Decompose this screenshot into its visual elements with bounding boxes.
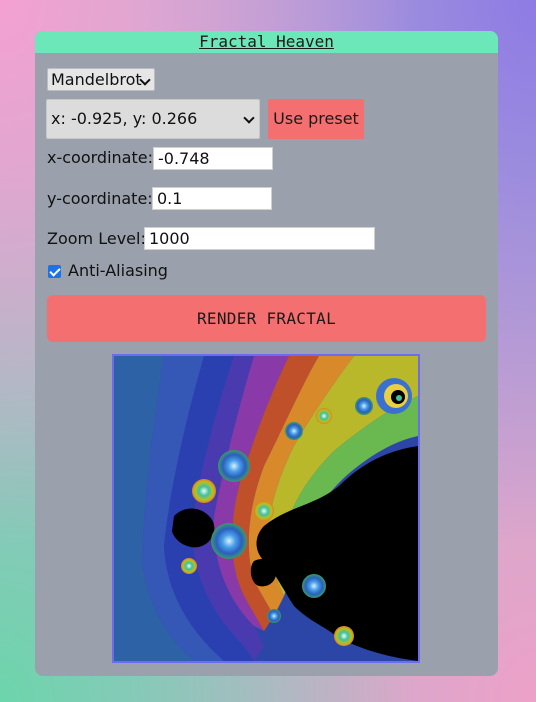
x-coordinate-input[interactable]: -0.748 <box>153 147 273 170</box>
fractal-type-value: Mandelbrot <box>51 70 142 89</box>
fractal-image <box>114 356 418 661</box>
zoom-level-label: Zoom Level: <box>47 229 146 248</box>
chevron-down-icon <box>243 112 255 124</box>
preset-select[interactable]: x: -0.925, y: 0.266 <box>46 99 260 139</box>
anti-aliasing-checkbox[interactable] <box>48 265 61 278</box>
app-panel: Fractal Heaven Mandelbrot x: -0.925, y: … <box>35 31 498 676</box>
y-coordinate-label: y-coordinate: <box>47 189 153 208</box>
render-fractal-button[interactable]: RENDER FRACTAL <box>47 295 486 342</box>
x-coordinate-label: x-coordinate: <box>47 148 153 167</box>
anti-aliasing-label[interactable]: Anti-Aliasing <box>68 261 168 280</box>
fractal-type-select[interactable]: Mandelbrot <box>47 68 155 91</box>
preset-value: x: -0.925, y: 0.266 <box>51 109 198 128</box>
y-coordinate-input[interactable]: 0.1 <box>152 187 272 210</box>
app-title: Fractal Heaven <box>35 31 498 53</box>
fractal-canvas[interactable] <box>112 354 420 663</box>
zoom-level-input[interactable]: 1000 <box>144 227 375 250</box>
use-preset-button[interactable]: Use preset <box>268 99 364 139</box>
